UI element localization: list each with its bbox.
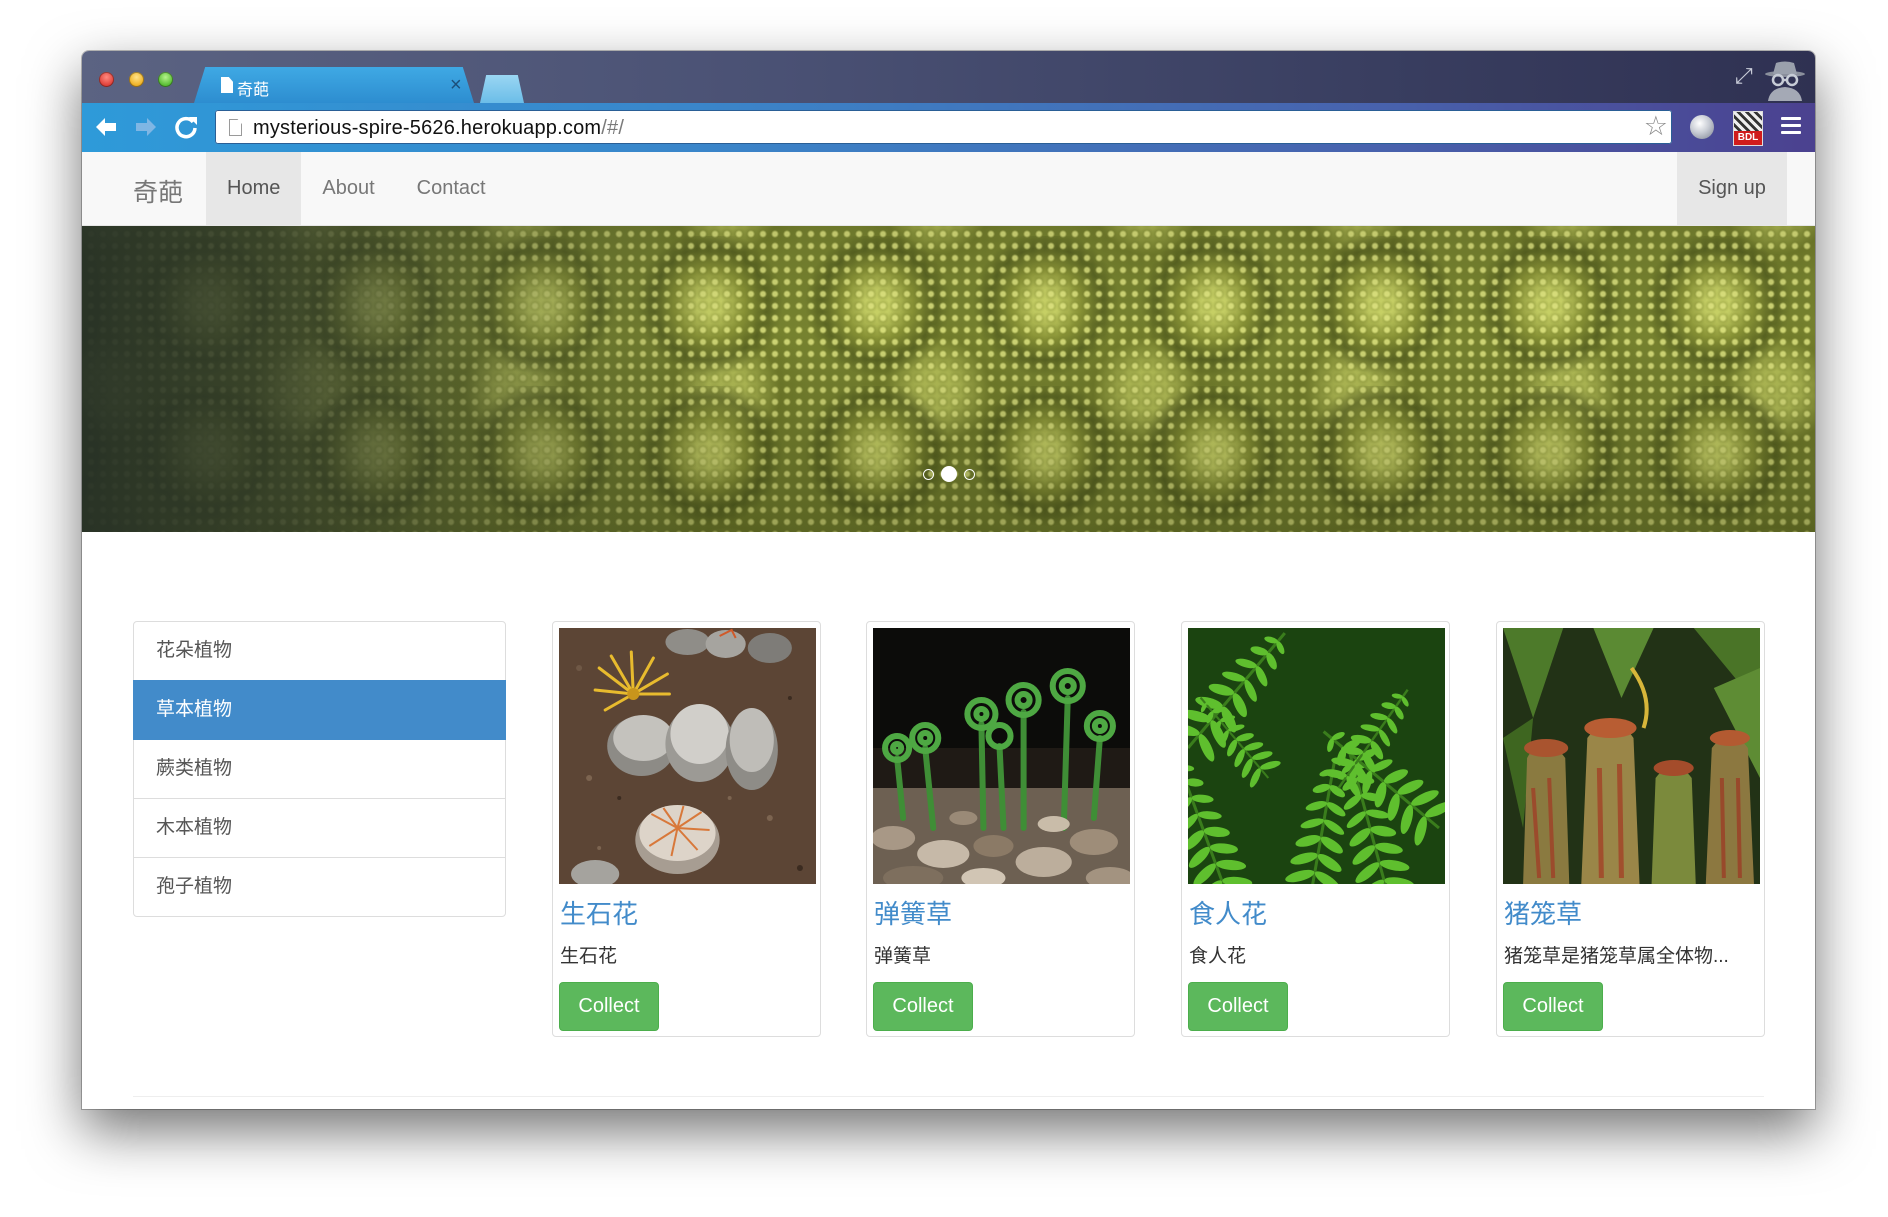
category-item-spore[interactable]: 孢子植物	[133, 857, 506, 917]
card-title[interactable]: 弹簧草	[874, 894, 952, 931]
plant-card: 猪笼草 猪笼草是猪笼草属全体物... Collect	[1496, 621, 1765, 1037]
plant-card: 生石花 生石花 Collect	[552, 621, 821, 1037]
bdl-extension-icon[interactable]: BDL	[1733, 111, 1763, 146]
carousel-indicators	[82, 466, 1815, 482]
category-item-herbs[interactable]: 草本植物	[133, 680, 506, 740]
carousel-indicator[interactable]	[940, 466, 957, 482]
card-description: 生石花	[560, 946, 618, 967]
page-icon	[229, 119, 242, 136]
carousel-indicator[interactable]	[922, 468, 934, 480]
browser-window: 奇葩 × ⤢ mysterious-spire-5626.herokuapp.c	[82, 51, 1815, 1109]
menu-icon[interactable]	[1781, 117, 1801, 135]
card-description: 猪笼草是猪笼草属全体物...	[1504, 946, 1729, 967]
card-description: 弹簧草	[874, 946, 932, 967]
page-icon	[221, 77, 233, 93]
url-host: mysterious-spire-5626.herokuapp.com	[253, 117, 602, 139]
url-text[interactable]: mysterious-spire-5626.herokuapp.com/#/	[253, 117, 624, 140]
new-tab-button[interactable]	[480, 75, 524, 103]
reload-icon[interactable]	[172, 113, 200, 141]
footer-divider	[133, 1096, 1764, 1097]
browser-titlebar: 奇葩 × ⤢	[82, 51, 1815, 103]
address-bar[interactable]: mysterious-spire-5626.herokuapp.com/#/ ☆	[215, 110, 1672, 144]
plant-image-spring-grass[interactable]	[873, 628, 1130, 884]
bdl-extension-label: BDL	[1734, 131, 1762, 145]
plant-image-fern[interactable]	[1188, 628, 1445, 884]
collect-button[interactable]: Collect	[1503, 982, 1603, 1031]
navbar-links: Home About Contact	[206, 152, 507, 225]
category-item-woody[interactable]: 木本植物	[133, 798, 506, 858]
globe-icon[interactable]	[1690, 115, 1714, 139]
plant-image-lithops[interactable]	[559, 628, 816, 884]
category-list: 花朵植物 草本植物 蕨类植物 木本植物 孢子植物	[133, 621, 506, 917]
category-item-ferns[interactable]: 蕨类植物	[133, 739, 506, 799]
nav-item-home[interactable]: Home	[206, 152, 302, 225]
zoom-window-button[interactable]	[158, 72, 173, 87]
browser-toolbar: mysterious-spire-5626.herokuapp.com/#/ ☆…	[82, 103, 1815, 154]
hero-carousel[interactable]	[82, 226, 1815, 532]
star-icon[interactable]: ☆	[1644, 111, 1668, 142]
url-path: /#/	[601, 117, 625, 139]
forward-arrow-icon[interactable]	[132, 113, 160, 141]
signup-link[interactable]: Sign up	[1677, 152, 1787, 225]
collect-button[interactable]: Collect	[873, 982, 973, 1031]
nav-item-about[interactable]: About	[301, 152, 395, 225]
plant-image-pitcher[interactable]	[1503, 628, 1760, 884]
plant-card: 弹簧草 弹簧草 Collect	[866, 621, 1135, 1037]
back-arrow-icon[interactable]	[92, 113, 120, 141]
collect-button[interactable]: Collect	[1188, 982, 1288, 1031]
site-navbar: 奇葩 Home About Contact Sign up	[82, 152, 1815, 226]
incognito-icon	[1765, 61, 1805, 101]
card-description: 食人花	[1189, 946, 1247, 967]
card-title[interactable]: 食人花	[1189, 894, 1267, 931]
tab-close-icon[interactable]: ×	[450, 74, 462, 97]
plant-card: 食人花 食人花 Collect	[1181, 621, 1450, 1037]
card-title[interactable]: 生石花	[560, 894, 638, 931]
collect-button[interactable]: Collect	[559, 982, 659, 1031]
browser-tab-active[interactable]: 奇葩 ×	[194, 67, 474, 103]
tab-title: 奇葩	[237, 82, 270, 99]
resize-icon[interactable]: ⤢	[1735, 63, 1753, 89]
card-title[interactable]: 猪笼草	[1504, 894, 1582, 931]
close-window-button[interactable]	[99, 72, 114, 87]
minimize-window-button[interactable]	[129, 72, 144, 87]
category-item-flowers[interactable]: 花朵植物	[133, 621, 506, 681]
nav-item-contact[interactable]: Contact	[396, 152, 507, 225]
bdl-extension-pattern	[1734, 112, 1762, 131]
navbar-brand[interactable]: 奇葩	[133, 173, 183, 209]
carousel-indicator[interactable]	[963, 468, 975, 480]
